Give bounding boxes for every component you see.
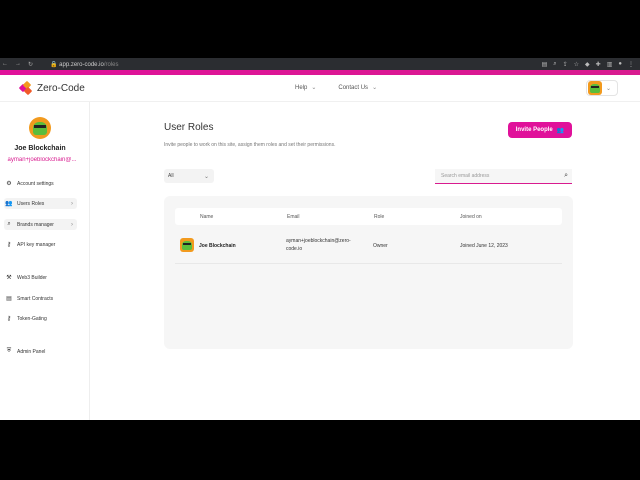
profile-icon[interactable]: ● bbox=[618, 61, 622, 68]
sidebar-item-smart-contracts[interactable]: ▤ Smart Contracts bbox=[4, 293, 77, 304]
url-lock-icon: 🔒 bbox=[50, 61, 60, 68]
profile-email: ayman+joeblockchain@... bbox=[7, 157, 77, 163]
page-title: User Roles bbox=[164, 122, 214, 133]
search-icon: ⌕ bbox=[7, 221, 11, 227]
chevron-right-icon: › bbox=[71, 200, 73, 207]
top-navbar: Zero-Code Help ⌄ Contact Us ⌄ ⌄ bbox=[0, 75, 640, 102]
zoom-icon[interactable]: ⌕ bbox=[553, 61, 556, 68]
role-filter-select[interactable]: All ⌄ bbox=[164, 169, 214, 183]
avatar bbox=[180, 238, 194, 252]
chevron-down-icon: ⌄ bbox=[372, 85, 378, 91]
contract-icon: ▤ bbox=[6, 296, 12, 302]
url-path: /roles bbox=[103, 61, 119, 68]
chevron-right-icon: › bbox=[71, 221, 73, 228]
sidebar-item-api-key-manager[interactable]: ⚷ API key manager bbox=[4, 239, 77, 250]
sidebar: Joe Blockchain ayman+joeblockchain@... ⚙… bbox=[0, 102, 90, 420]
user-menu[interactable]: ⌄ bbox=[586, 80, 618, 96]
avatar bbox=[588, 81, 602, 95]
key-icon: ⚷ bbox=[6, 242, 12, 248]
nav-contact-label: Contact Us bbox=[338, 85, 369, 91]
sidebar-item-label: Smart Contracts bbox=[17, 295, 54, 302]
chevron-down-icon: ⌄ bbox=[606, 85, 612, 92]
users-add-icon: 👥 bbox=[556, 127, 565, 134]
admin-icon: ⛨ bbox=[6, 348, 12, 354]
nav-help-label: Help bbox=[295, 85, 308, 91]
table-row[interactable]: Joe Blockchain ayman+joeblockchain@zero-… bbox=[175, 228, 562, 264]
more-menu-icon[interactable]: ⋮ bbox=[628, 61, 634, 68]
reload-icon[interactable]: ↻ bbox=[28, 61, 33, 68]
url-host: app.zero-code.io bbox=[59, 61, 104, 68]
column-header-email: Email bbox=[287, 214, 300, 220]
sidebar-item-label: Users Roles bbox=[17, 200, 45, 207]
sidebar-item-label: API key manager bbox=[17, 241, 56, 248]
row-email: ayman+joeblockchain@zero-code.io bbox=[286, 238, 351, 252]
puzzle-icon[interactable]: ✚ bbox=[596, 61, 601, 68]
sidebar-item-token-gating[interactable]: ⚷ Token-Gating bbox=[4, 313, 77, 324]
bookmark-star-icon[interactable]: ☆ bbox=[574, 61, 579, 68]
browser-extension-icons: ▤ ⌕ ⇪ ☆ ◆ ✚ ▥ ● ⋮ bbox=[542, 61, 640, 68]
filter-value: All bbox=[168, 173, 174, 179]
search-input[interactable]: Search email address ⌕ bbox=[435, 169, 572, 184]
profile-name: Joe Blockchain bbox=[14, 145, 66, 152]
sidebar-item-admin-panel[interactable]: ⛨ Admin Panel bbox=[4, 346, 77, 357]
nav-help[interactable]: Help ⌄ bbox=[295, 84, 316, 91]
column-header-joined: Joined on bbox=[460, 214, 482, 220]
page-subtitle: Invite people to work on this site, assi… bbox=[164, 142, 336, 148]
column-header-role: Role bbox=[374, 214, 385, 220]
back-icon[interactable]: ← bbox=[2, 61, 8, 68]
zero-code-logo-icon bbox=[18, 80, 33, 96]
chevron-down-icon: ⌄ bbox=[311, 85, 317, 91]
brand-name: Zero-Code bbox=[37, 82, 85, 94]
gear-icon: ⚙ bbox=[6, 181, 12, 187]
sidebar-item-label: Brands manager bbox=[17, 221, 54, 228]
translate-icon[interactable]: ▤ bbox=[542, 61, 548, 68]
share-icon[interactable]: ⇪ bbox=[563, 61, 568, 68]
sidebar-item-account-settings[interactable]: ⚙ Account settings bbox=[4, 178, 77, 189]
sidebar-item-label: Token-Gating bbox=[17, 315, 47, 322]
search-placeholder: Search email address bbox=[441, 173, 490, 179]
sidebar-item-brands-manager[interactable]: ⌕ Brands manager › bbox=[4, 219, 77, 230]
sidebar-item-users-roles[interactable]: 👥 Users Roles › bbox=[4, 198, 77, 209]
sidebar-item-label: Web3 Builder bbox=[17, 274, 47, 281]
nav-contact-us[interactable]: Contact Us ⌄ bbox=[338, 84, 377, 91]
brand-logo[interactable]: Zero-Code bbox=[18, 80, 85, 96]
browser-nav: ← → ↻ bbox=[0, 61, 50, 68]
screen: ← → ↻ 🔒 app.zero-code.io/roles ▤ ⌕ ⇪ ☆ ◆… bbox=[0, 0, 640, 480]
row-name: Joe Blockchain bbox=[199, 243, 236, 249]
sidebar-item-label: Admin Panel bbox=[17, 348, 46, 355]
forward-icon[interactable]: → bbox=[15, 61, 21, 68]
search-icon[interactable]: ⌕ bbox=[564, 172, 568, 180]
sidebar-item-web3-builder[interactable]: ⚒ Web3 Builder bbox=[4, 272, 77, 283]
sidebar-item-label: Account settings bbox=[17, 180, 54, 187]
column-header-name: Name bbox=[200, 214, 214, 220]
app: Zero-Code Help ⌄ Contact Us ⌄ ⌄ Joe Blockc… bbox=[0, 75, 640, 420]
hammer-icon: ⚒ bbox=[6, 275, 12, 281]
top-nav-menu: Help ⌄ Contact Us ⌄ bbox=[295, 84, 377, 91]
sidepanel-icon[interactable]: ▥ bbox=[607, 61, 613, 68]
key-icon: ⚷ bbox=[6, 316, 12, 322]
invite-people-button[interactable]: Invite People 👥 bbox=[508, 122, 572, 138]
table-header: Name Email Role Joined on bbox=[175, 208, 562, 225]
row-joined: Joined June 12, 2023 bbox=[460, 243, 508, 249]
profile-avatar bbox=[29, 117, 51, 139]
browser-toolbar: ← → ↻ 🔒 app.zero-code.io/roles ▤ ⌕ ⇪ ☆ ◆… bbox=[0, 58, 640, 70]
users-icon: 👥 bbox=[5, 201, 13, 207]
invite-button-label: Invite People bbox=[515, 127, 553, 133]
extension-fox-icon[interactable]: ◆ bbox=[585, 61, 590, 68]
chevron-down-icon: ⌄ bbox=[203, 173, 209, 180]
address-bar[interactable]: 🔒 app.zero-code.io/roles bbox=[50, 61, 542, 68]
row-role: Owner bbox=[373, 243, 388, 249]
